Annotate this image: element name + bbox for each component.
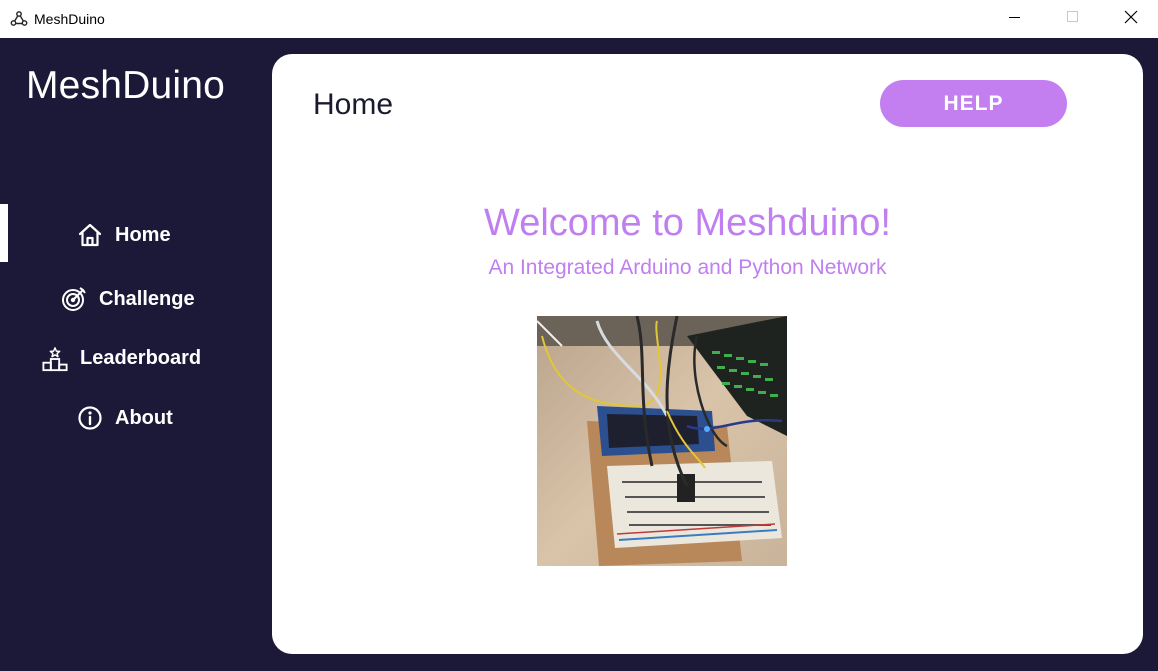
welcome-heading: Welcome to Meshduino! [484,202,891,244]
app-icon [10,10,28,28]
sidebar-item-about[interactable]: About [77,405,173,431]
sidebar-item-leaderboard[interactable]: Leaderboard [42,345,202,372]
sidebar-item-label: Challenge [99,287,195,310]
main-content-card: Home HELP Welcome to Meshduino! An Integ… [272,54,1143,654]
sidebar-item-home[interactable]: Home [77,222,171,248]
arduino-breadboard-photo [537,316,787,566]
page-title: Home [313,88,394,121]
maximize-button[interactable] [1044,0,1102,38]
help-button[interactable]: HELP [880,80,1067,127]
app-brand: MeshDuino [26,64,226,107]
close-icon [1124,10,1138,29]
sidebar-item-challenge[interactable]: Challenge [61,286,195,312]
close-button[interactable] [1102,0,1158,38]
sidebar-item-label: About [115,406,173,429]
window-title: MeshDuino [34,11,105,27]
podium-icon [42,345,68,372]
sidebar-item-label: Leaderboard [80,346,202,369]
home-icon [77,222,103,248]
target-icon [61,286,87,312]
app-window: MeshDuino Home Challenge Leaderboard Abo… [0,38,1158,671]
minimize-button[interactable] [986,0,1044,38]
maximize-icon [1067,10,1079,28]
info-icon [77,405,103,431]
sidebar-item-label: Home [115,223,171,246]
active-nav-indicator [0,204,8,262]
welcome-subtitle: An Integrated Arduino and Python Network [488,256,887,279]
window-titlebar: MeshDuino [0,0,1158,38]
minimize-icon [1009,10,1021,28]
